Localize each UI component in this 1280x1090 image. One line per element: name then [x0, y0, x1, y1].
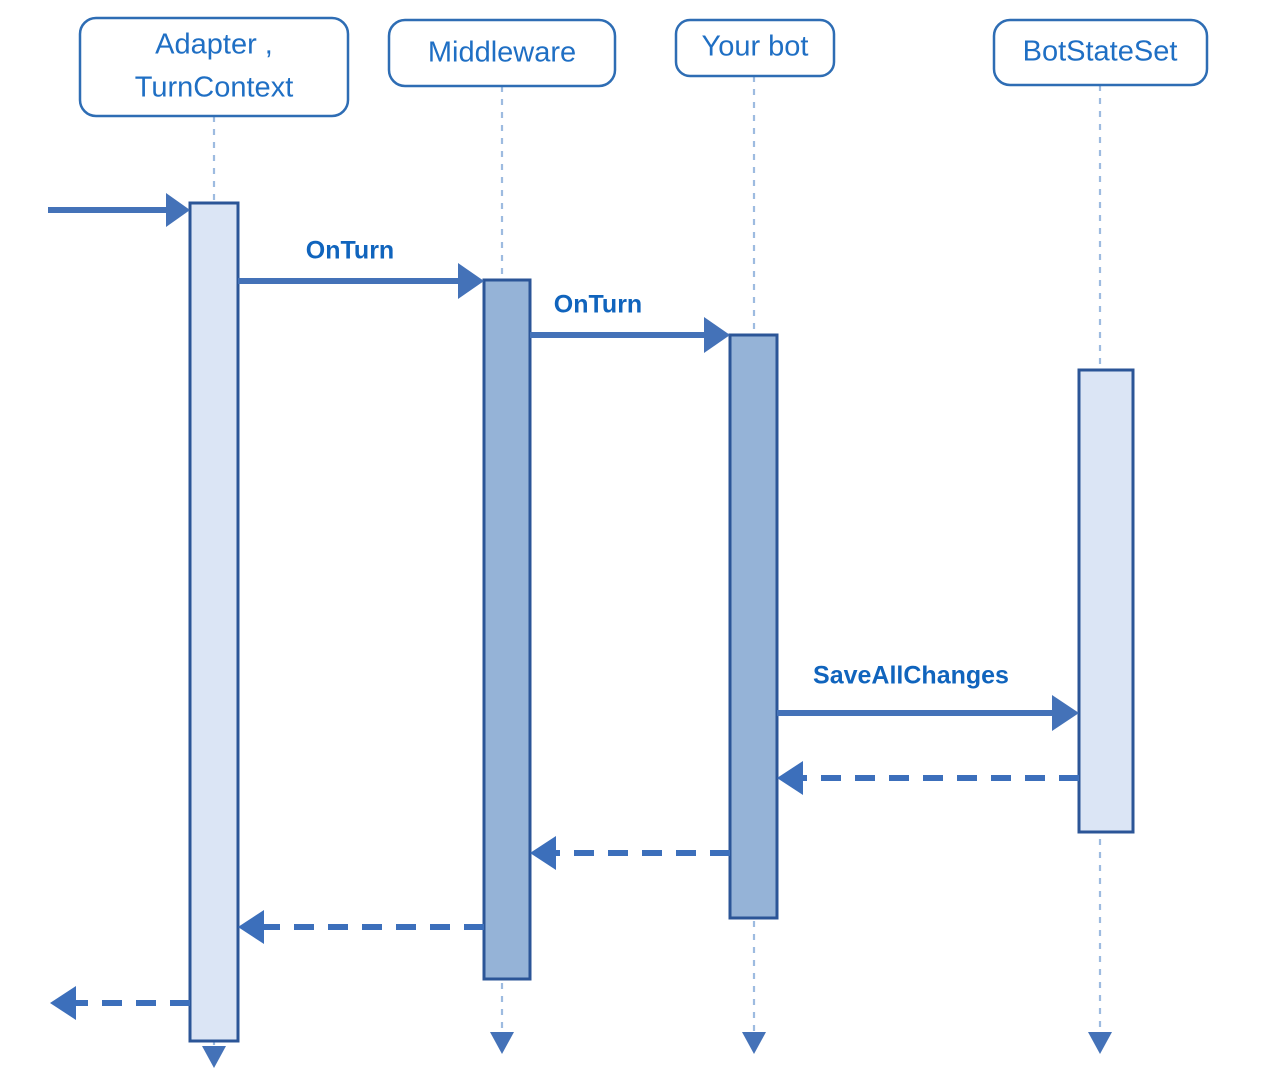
participant-label-adapter-line2: TurnContext — [135, 72, 294, 104]
lifeline-end-arrow-middleware — [490, 1032, 514, 1054]
message-return-adapter-to-caller — [50, 986, 190, 1020]
message-onturn-adapter-to-middleware — [238, 263, 484, 299]
arrowhead-saveallchanges — [1052, 695, 1079, 731]
activation-bar-bot-state-set — [1077, 368, 1135, 834]
arrowhead-onturn-2 — [704, 317, 730, 353]
lifeline-end-arrow-adapter — [202, 1046, 226, 1068]
lifelines-layer — [212, 76, 1102, 1046]
participant-adapter[interactable]: Adapter , TurnContext — [78, 16, 350, 118]
arrowhead-return-adapter — [50, 986, 76, 1020]
participant-your-bot[interactable]: Your bot — [674, 18, 836, 78]
activation-bar-your-bot — [728, 333, 779, 920]
participant-bot-state-set[interactable]: BotStateSet — [992, 18, 1209, 87]
arrowhead-return-middleware — [238, 910, 264, 944]
participant-label-your-bot: Your bot — [702, 31, 809, 63]
message-labels-layer: OnTurn OnTurn SaveAllChanges — [306, 237, 1009, 690]
participant-label-middleware: Middleware — [428, 37, 576, 69]
diagram-canvas: Adapter , TurnContext Middleware Your bo… — [48, 16, 1209, 1068]
arrowhead-incoming-activity — [166, 193, 190, 227]
activation-bar-middleware — [482, 278, 532, 981]
lifeline-end-arrow-bot-state-set — [1088, 1032, 1112, 1054]
message-return-botstateset-to-bot — [777, 761, 1079, 795]
participant-label-adapter-line1: Adapter , — [155, 29, 273, 61]
message-onturn-middleware-to-bot — [530, 317, 730, 353]
participant-label-bot-state-set: BotStateSet — [1023, 36, 1178, 68]
message-incoming-activity — [48, 193, 190, 227]
participant-middleware[interactable]: Middleware — [387, 18, 617, 88]
message-label-saveallchanges: SaveAllChanges — [813, 662, 1009, 690]
activation-bar-adapter — [188, 201, 240, 1043]
message-label-onturn-2: OnTurn — [554, 291, 642, 319]
lifeline-end-arrow-your-bot — [742, 1032, 766, 1054]
message-label-onturn-1: OnTurn — [306, 237, 394, 265]
sequence-diagram: Adapter , TurnContext Middleware Your bo… — [0, 0, 1280, 1090]
message-return-middleware-to-adapter — [238, 910, 484, 944]
participant-boxes-layer: Adapter , TurnContext Middleware Your bo… — [78, 16, 1209, 118]
lifeline-terminators-layer — [202, 1032, 1112, 1068]
arrowhead-return-bot — [530, 836, 556, 870]
message-saveallchanges — [777, 695, 1079, 731]
activation-bars-layer — [188, 201, 1135, 1043]
arrowhead-onturn-1 — [458, 263, 484, 299]
arrowhead-return-botstateset — [777, 761, 803, 795]
message-return-bot-to-middleware — [530, 836, 730, 870]
